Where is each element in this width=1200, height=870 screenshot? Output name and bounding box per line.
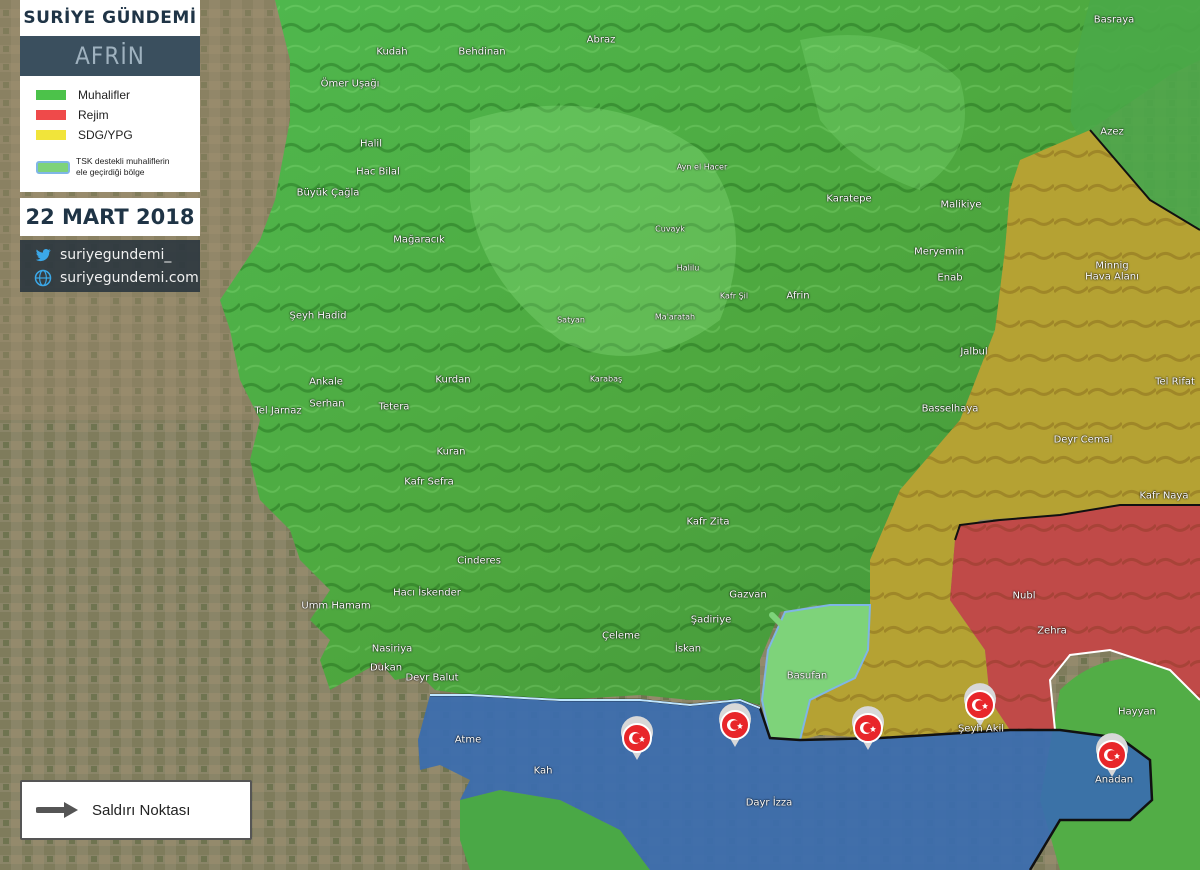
place-label: Meryemin bbox=[914, 246, 964, 258]
globe-icon bbox=[34, 269, 52, 287]
place-label: Kafr Şil bbox=[719, 291, 749, 301]
website-link[interactable]: suriyegundemi.com bbox=[34, 269, 199, 287]
place-label: Kah bbox=[533, 765, 553, 777]
place-label: Kafr Sefra bbox=[404, 476, 454, 488]
attack-point-legend: Saldırı Noktası bbox=[20, 780, 252, 840]
place-label: Şadiriye bbox=[690, 614, 732, 626]
website-url: suriyegundemi.com bbox=[60, 270, 199, 286]
place-label: Halil bbox=[360, 138, 382, 150]
legend-label: Rejim bbox=[78, 108, 109, 122]
legend-item-tsk-area: TSK destekli muhaliflerin ele geçirdiği … bbox=[36, 156, 170, 178]
place-label: Basselhaya bbox=[921, 403, 979, 415]
place-label: Kuran bbox=[436, 446, 466, 458]
place-label: Ayn el Hacer bbox=[676, 162, 728, 172]
place-label: Gazvan bbox=[729, 589, 767, 601]
place-label: Hac Bilal bbox=[356, 166, 400, 178]
place-label: Nasiriya bbox=[371, 643, 413, 655]
place-label: Ankale bbox=[309, 376, 343, 388]
place-label: Azez bbox=[1100, 126, 1124, 138]
legend-item-muhalifler: Muhalifler bbox=[36, 88, 130, 102]
color-swatch bbox=[36, 160, 70, 174]
place-label: İskan bbox=[674, 643, 702, 655]
place-label: Halilu bbox=[676, 263, 700, 273]
legend-label: TSK destekli muhaliflerin ele geçirdiği … bbox=[76, 156, 170, 178]
place-label: Dayr İzza bbox=[745, 797, 793, 809]
place-label: Hava Alanı bbox=[1085, 271, 1139, 283]
social-links: suriyegundemi_ suriyegundemi.com bbox=[20, 240, 200, 292]
place-label: Hayyan bbox=[1118, 706, 1156, 718]
color-swatch bbox=[36, 110, 66, 120]
legend-label: Muhalifler bbox=[78, 88, 131, 102]
legend-label: SDG/YPG bbox=[78, 128, 133, 142]
place-label: Hacı İskender bbox=[393, 587, 461, 599]
place-label: Dukan bbox=[369, 662, 403, 674]
color-swatch bbox=[36, 90, 66, 100]
place-label: Deyr Balut bbox=[405, 672, 459, 684]
tsk-label-line2: ele geçirdiği bölge bbox=[76, 167, 145, 177]
color-swatch bbox=[36, 130, 66, 140]
place-label: Atme bbox=[454, 734, 482, 746]
tsk-label-line1: TSK destekli muhaliflerin bbox=[76, 156, 170, 166]
place-label: Karatepe bbox=[826, 193, 872, 205]
place-label: Behdinan bbox=[458, 46, 506, 58]
place-label: Afrin bbox=[786, 290, 810, 302]
place-label: Jalbul bbox=[960, 346, 988, 358]
place-label: Nubl bbox=[1012, 590, 1036, 602]
legend-keys: Muhalifler Rejim SDG/YPG TSK destekli mu… bbox=[20, 76, 200, 192]
place-label: Tetera bbox=[378, 401, 410, 413]
place-label: Mağaracık bbox=[393, 234, 445, 246]
place-label: Cinderes bbox=[457, 555, 501, 567]
twitter-handle: suriyegundemi_ bbox=[60, 247, 172, 263]
place-label: Basraya bbox=[1093, 14, 1135, 26]
place-label: Cuvayk bbox=[655, 224, 685, 234]
place-label: Kafr Zita bbox=[686, 516, 730, 528]
place-label: Minnig bbox=[1095, 260, 1129, 272]
place-label: Abraz bbox=[586, 34, 616, 46]
legend-item-rejim: Rejim bbox=[36, 108, 109, 122]
place-label: Kurdan bbox=[435, 374, 471, 386]
place-label: Deyr Cemal bbox=[1053, 434, 1113, 446]
twitter-link[interactable]: suriyegundemi_ bbox=[34, 246, 171, 264]
place-label: Umm Hamam bbox=[301, 600, 371, 612]
brand-title: SURİYE GÜNDEMİ bbox=[20, 0, 200, 36]
place-label: Çeleme bbox=[602, 630, 640, 642]
place-label: Şeyh Akil bbox=[957, 723, 1005, 735]
region-title: AFRİN bbox=[20, 36, 200, 76]
place-label: Büyük Çağla bbox=[296, 187, 360, 199]
place-label: Ömer Uşağı bbox=[320, 78, 380, 90]
place-label: Malikiye bbox=[940, 199, 982, 211]
place-label: Serhan bbox=[309, 398, 345, 410]
attack-legend-label: Saldırı Noktası bbox=[92, 801, 191, 819]
place-label: Ma'aratah bbox=[654, 312, 696, 322]
place-label: Kafr Naya bbox=[1139, 490, 1189, 502]
place-label: Şeyh Hadid bbox=[289, 310, 347, 322]
arrow-icon bbox=[36, 802, 78, 818]
place-label: Karabaş bbox=[589, 374, 623, 384]
legend-item-sdg-ypg: SDG/YPG bbox=[36, 128, 133, 142]
place-label: Enab bbox=[937, 272, 963, 284]
place-label: Tel Rifat bbox=[1155, 376, 1195, 388]
place-label: Satyan bbox=[557, 315, 585, 325]
place-label: Zehra bbox=[1037, 625, 1067, 637]
place-label: Kudah bbox=[376, 46, 408, 58]
place-label: Anadan bbox=[1094, 774, 1134, 786]
legend-panel: SURİYE GÜNDEMİ AFRİN Muhalifler Rejim SD… bbox=[20, 0, 200, 292]
twitter-icon bbox=[35, 248, 51, 262]
place-label: Tel Jarnaz bbox=[254, 405, 302, 417]
date-label: 22 MART 2018 bbox=[20, 198, 200, 236]
place-label: Basufan bbox=[786, 670, 828, 682]
